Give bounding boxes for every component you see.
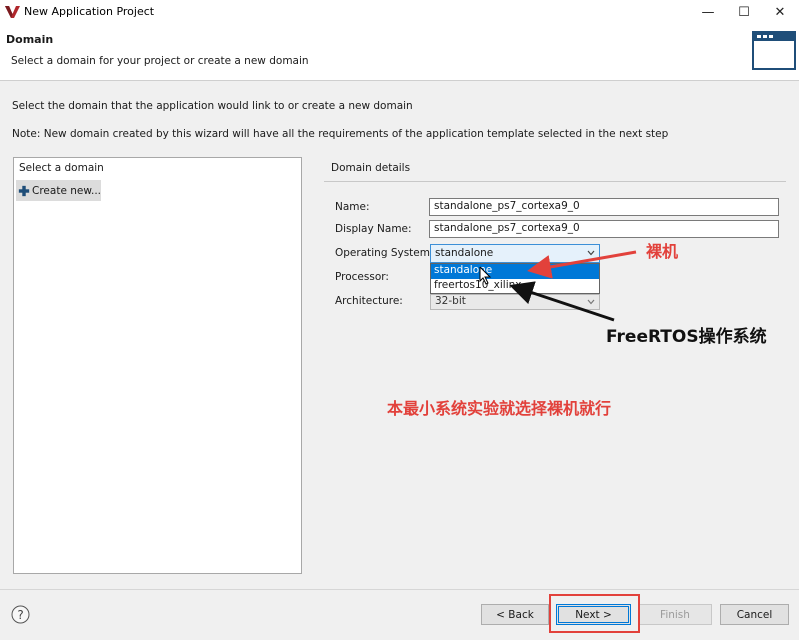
architecture-select[interactable]: 32-bit: [430, 294, 600, 310]
annotation-summary: 本最小系统实验就选择裸机就行: [387, 399, 612, 418]
operating-system-label: Operating System:: [335, 247, 434, 259]
chevron-down-icon: [587, 299, 595, 305]
page-title: Domain: [6, 33, 54, 46]
back-button[interactable]: < Back: [481, 604, 549, 625]
domain-details-title: Domain details: [331, 162, 411, 174]
footer-divider: [0, 589, 799, 590]
plus-icon: [18, 185, 30, 196]
create-new-label: Create new...: [32, 184, 101, 197]
display-name-field[interactable]: standalone_ps7_cortexa9_0: [429, 220, 779, 238]
create-new-domain-item[interactable]: Create new...: [16, 180, 101, 201]
minimize-button[interactable]: —: [690, 0, 726, 24]
domain-list-header: Select a domain: [19, 162, 104, 174]
operating-system-dropdown: standalone freertos10_xilinx: [430, 263, 600, 294]
os-option-standalone[interactable]: standalone: [431, 264, 599, 279]
window-title: New Application Project: [24, 5, 155, 18]
operating-system-select[interactable]: standalone: [430, 244, 600, 263]
page-subtitle: Select a domain for your project or crea…: [11, 55, 309, 67]
domain-list[interactable]: Select a domain Create new...: [13, 157, 302, 574]
cancel-button[interactable]: Cancel: [720, 604, 789, 625]
maximize-button[interactable]: ☐: [726, 0, 762, 24]
help-icon[interactable]: ?: [11, 605, 30, 624]
os-option-freertos[interactable]: freertos10_xilinx: [431, 279, 599, 294]
vitis-logo-icon: [5, 6, 20, 18]
name-field[interactable]: standalone_ps7_cortexa9_0: [429, 198, 779, 216]
finish-button[interactable]: Finish: [638, 604, 712, 625]
name-label: Name:: [335, 201, 370, 213]
note-text: Note: New domain created by this wizard …: [12, 128, 669, 140]
close-button[interactable]: ✕: [762, 0, 798, 24]
wizard-header: Domain Select a domain for your project …: [0, 24, 799, 81]
help-glyph: ?: [17, 608, 23, 622]
domain-details-group: Domain details: [325, 156, 786, 176]
next-highlight-box: [549, 594, 640, 633]
processor-label: Processor:: [335, 271, 389, 283]
display-name-label: Display Name:: [335, 223, 412, 235]
instruction-text: Select the domain that the application w…: [12, 100, 413, 112]
title-bar: New Application Project — ☐ ✕: [0, 0, 799, 24]
window-banner-icon: [752, 31, 796, 70]
annotation-freertos: FreeRTOS操作系统: [606, 327, 767, 347]
annotation-bare-metal: 裸机: [646, 242, 679, 261]
details-divider: [324, 181, 786, 182]
architecture-label: Architecture:: [335, 295, 403, 307]
chevron-down-icon: [587, 250, 595, 256]
